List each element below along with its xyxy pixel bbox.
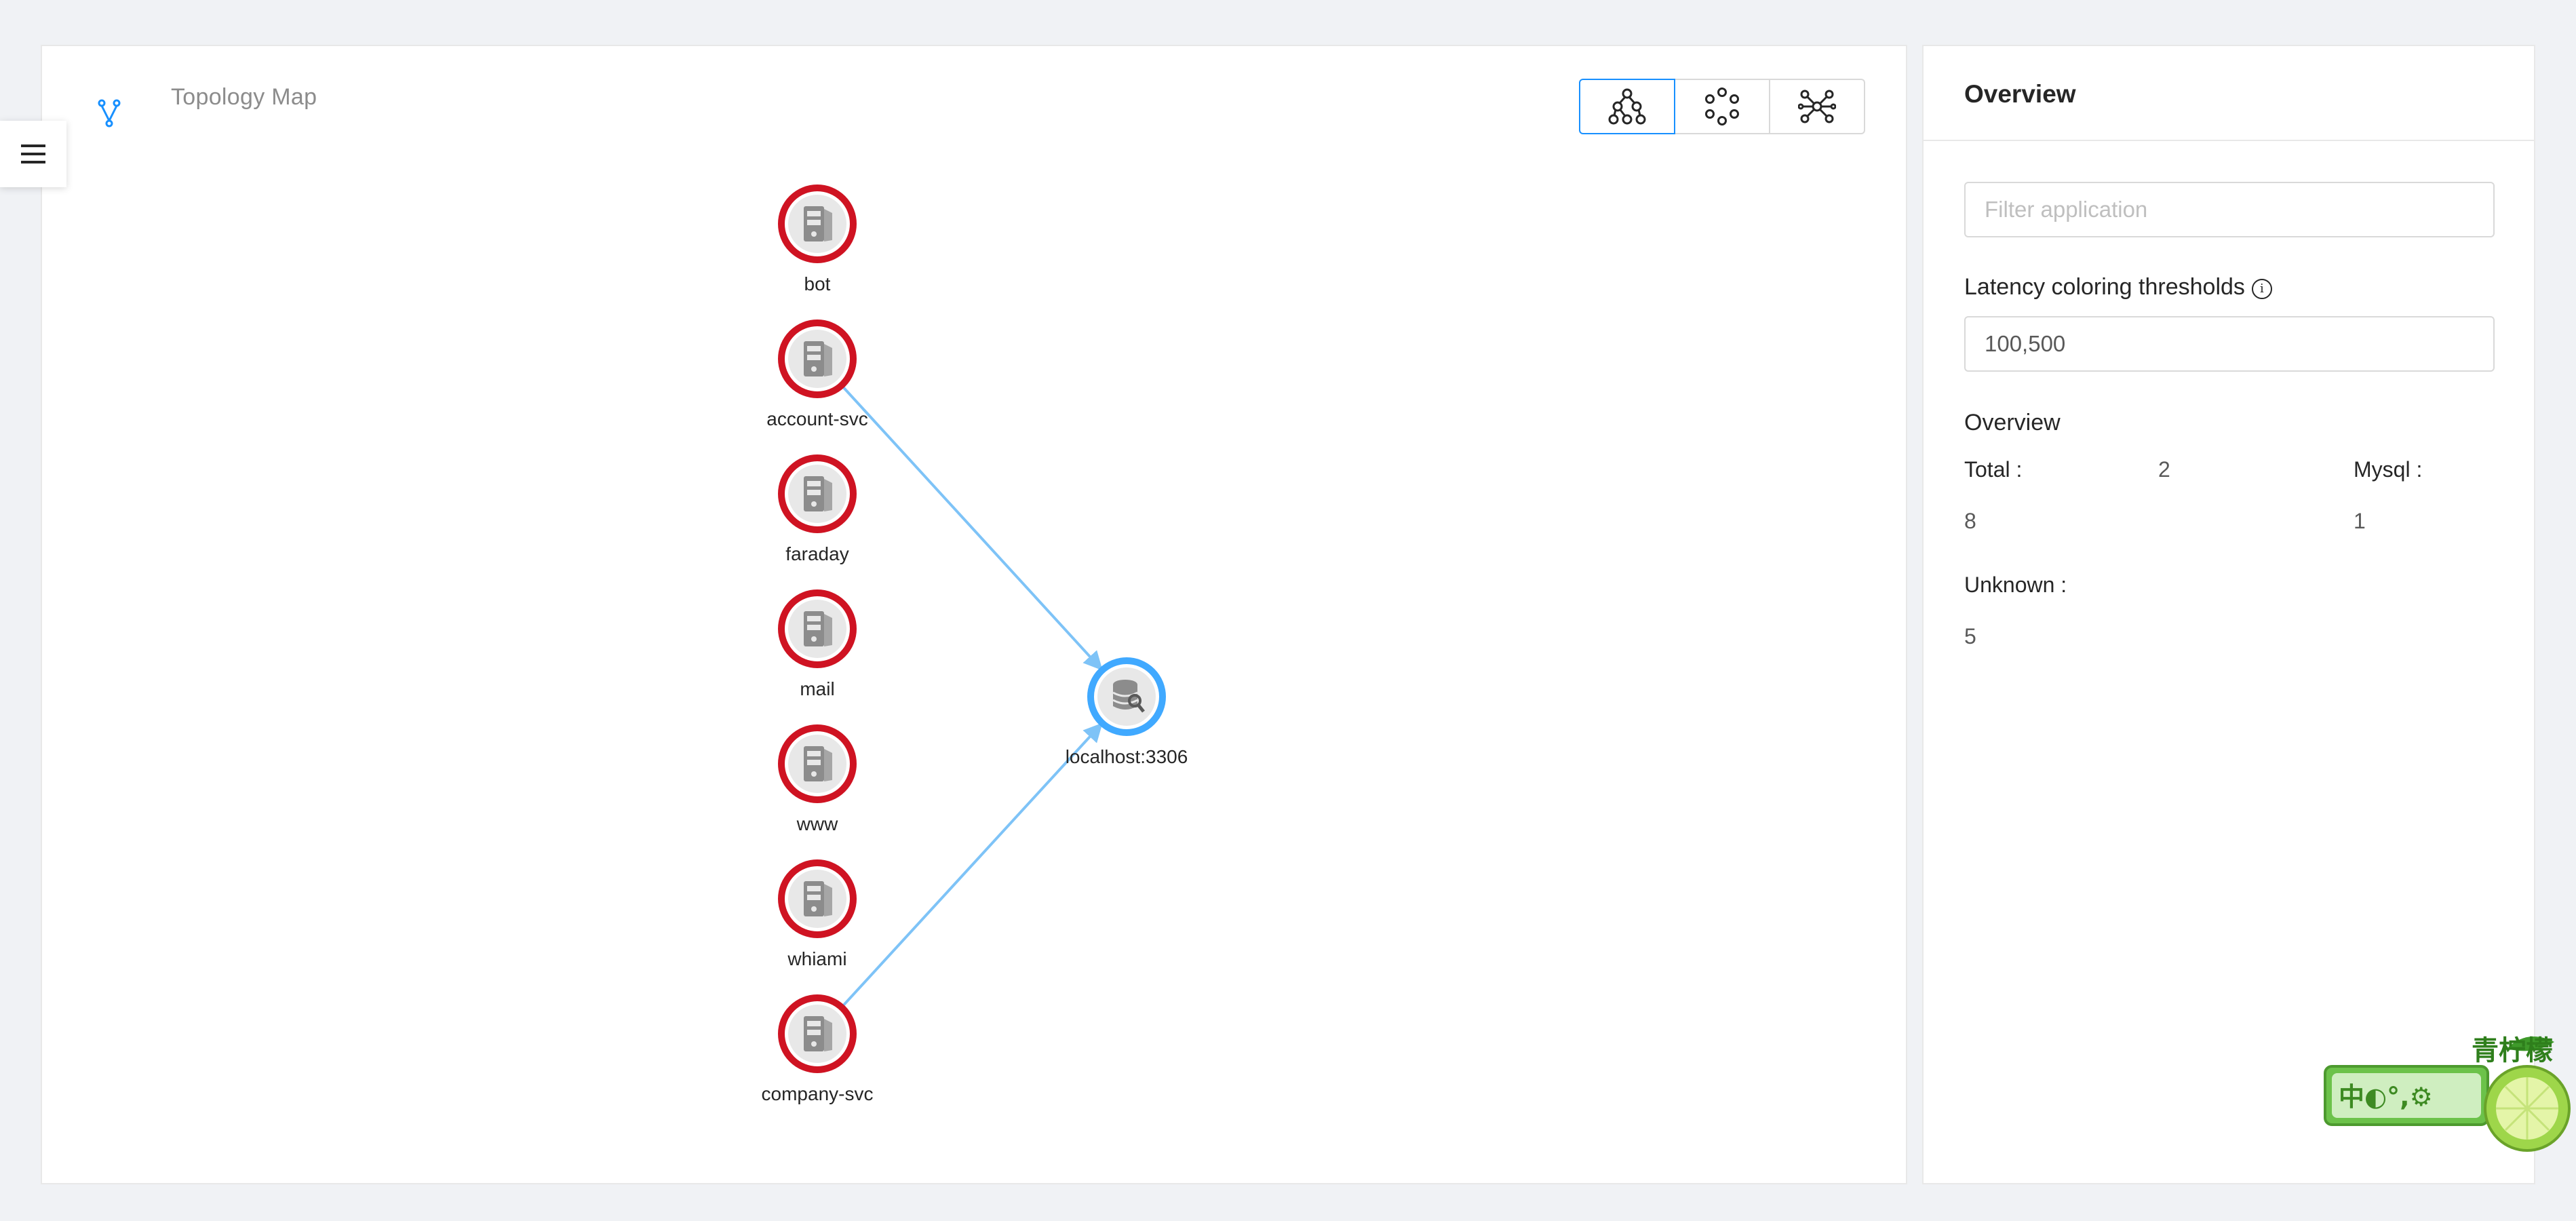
tree-layout-button[interactable]	[1579, 79, 1675, 134]
unknown-label: Unknown :	[1964, 573, 2067, 597]
mysql-label: Mysql :	[2354, 457, 2423, 482]
menu-toggle-button[interactable]	[0, 121, 66, 187]
tree-layout-icon	[1608, 88, 1646, 125]
stat-value: 2	[2158, 457, 2170, 482]
ime-brand-text: 青柠檬	[2472, 1035, 2553, 1066]
mysql-value: 1	[2354, 509, 2366, 533]
info-icon[interactable]: i	[2251, 279, 2272, 299]
unknown-value: 5	[1964, 624, 1976, 648]
ime-toolbar-badge[interactable]: 中◐°,⚙ 青柠檬	[2324, 1028, 2576, 1164]
total-value: 8	[1964, 509, 1976, 533]
hamburger-icon	[21, 144, 45, 163]
latency-threshold-input[interactable]	[1964, 316, 2495, 372]
total-label: Total :	[1964, 457, 2023, 482]
circle-layout-button[interactable]	[1675, 79, 1770, 134]
overview-header: Overview	[1924, 46, 2534, 141]
overview-section-title: Overview	[1964, 410, 2061, 435]
topology-panel	[41, 45, 1907, 1184]
filter-application-input[interactable]	[1964, 182, 2495, 237]
ime-status-text: 中◐°,⚙	[2339, 1082, 2433, 1112]
topology-branch-icon	[98, 99, 121, 128]
radial-layout-button[interactable]	[1770, 79, 1865, 134]
overview-panel: Overview Latency coloring thresholds i Ov…	[1922, 45, 2535, 1184]
layout-switcher	[1579, 79, 1865, 134]
circle-layout-icon	[1705, 88, 1739, 125]
latency-threshold-label: Latency coloring thresholds i	[1964, 274, 2272, 301]
overview-title: Overview	[1964, 80, 2076, 108]
radial-layout-icon	[1798, 90, 1836, 123]
latency-threshold-text: Latency coloring thresholds	[1964, 274, 2245, 300]
page-title: Topology Map	[171, 84, 317, 110]
